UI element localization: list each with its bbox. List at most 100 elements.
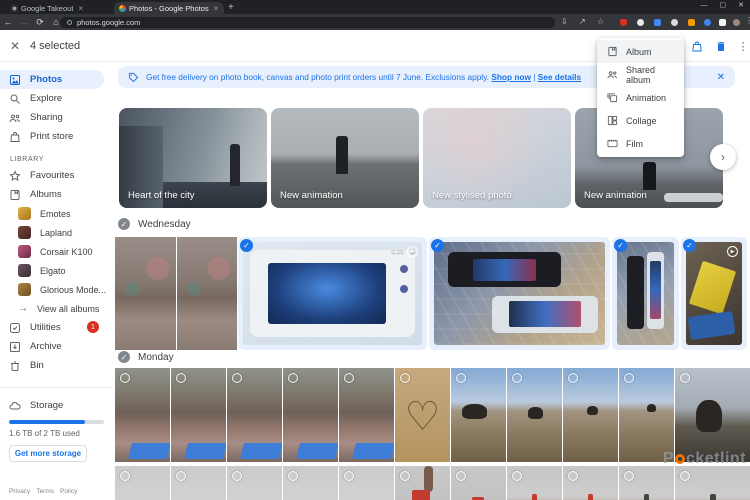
photo-thumbnail[interactable] bbox=[115, 466, 170, 500]
select-circle-icon[interactable] bbox=[680, 471, 690, 481]
select-circle-icon[interactable] bbox=[288, 471, 298, 481]
select-circle-icon[interactable] bbox=[120, 471, 130, 481]
selected-check-icon[interactable]: ✓ bbox=[683, 239, 696, 252]
photo-thumbnail[interactable] bbox=[171, 368, 226, 462]
delete-button[interactable] bbox=[712, 37, 730, 55]
photo-thumbnail[interactable] bbox=[283, 466, 338, 500]
day-select-check-icon[interactable]: ✓ bbox=[118, 218, 130, 230]
select-circle-icon[interactable] bbox=[456, 373, 466, 383]
get-more-storage-button[interactable]: Get more storage bbox=[9, 445, 87, 462]
extension-shield-icon[interactable] bbox=[620, 19, 627, 26]
photo-thumbnail[interactable] bbox=[339, 368, 394, 462]
photo-thumbnail[interactable] bbox=[115, 237, 176, 350]
select-circle-icon[interactable] bbox=[344, 471, 354, 481]
address-bar[interactable]: photos.google.com bbox=[60, 17, 555, 28]
creation-card-heart-of-the-city[interactable]: Heart of the city bbox=[119, 108, 267, 208]
maximize-icon[interactable]: ▢ bbox=[720, 0, 727, 12]
select-circle-icon[interactable] bbox=[680, 373, 690, 383]
select-circle-icon[interactable] bbox=[624, 373, 634, 383]
photo-thumbnail[interactable] bbox=[675, 368, 750, 462]
sidebar-item-archive[interactable]: Archive bbox=[0, 337, 113, 356]
terms-link[interactable]: Terms bbox=[36, 488, 54, 495]
sidebar-item-storage[interactable]: Storage bbox=[0, 396, 113, 415]
tab-close-icon[interactable]: × bbox=[214, 4, 219, 13]
shop-now-link[interactable]: Shop now bbox=[491, 72, 531, 82]
tab-close-icon[interactable]: × bbox=[78, 4, 83, 13]
photo-thumbnail[interactable] bbox=[675, 466, 750, 500]
select-circle-icon[interactable] bbox=[232, 373, 242, 383]
browser-tab-takeout[interactable]: Google Takeout × bbox=[6, 2, 112, 14]
menu-item-collage[interactable]: Collage bbox=[597, 109, 684, 132]
photo-thumbnail[interactable]: ♡ bbox=[395, 368, 450, 462]
profile-avatar[interactable] bbox=[733, 19, 740, 26]
menu-item-film[interactable]: Film bbox=[597, 132, 684, 155]
selected-video-thumbnail[interactable]: ▶ ✓ bbox=[681, 237, 747, 350]
new-tab-button[interactable]: + bbox=[228, 2, 234, 13]
policy-link[interactable]: Policy bbox=[60, 488, 77, 495]
forward-icon[interactable]: → bbox=[16, 17, 32, 27]
photo-thumbnail[interactable] bbox=[619, 466, 674, 500]
select-circle-icon[interactable] bbox=[512, 471, 522, 481]
selected-check-icon[interactable]: ✓ bbox=[431, 239, 444, 252]
select-circle-icon[interactable] bbox=[512, 373, 522, 383]
select-circle-icon[interactable] bbox=[232, 471, 242, 481]
more-options-icon[interactable]: ⋮ bbox=[734, 37, 750, 55]
photo-thumbnail[interactable] bbox=[563, 368, 618, 462]
photo-thumbnail[interactable] bbox=[339, 466, 394, 500]
see-details-link[interactable]: See details bbox=[538, 72, 581, 82]
sidebar-item-favourites[interactable]: Favourites bbox=[0, 166, 113, 185]
sidebar-item-albums[interactable]: Albums bbox=[0, 185, 113, 204]
selected-photo-thumbnail[interactable]: ✓ bbox=[612, 237, 679, 350]
photo-thumbnail[interactable] bbox=[563, 466, 618, 500]
select-circle-icon[interactable] bbox=[176, 471, 186, 481]
print-order-button[interactable] bbox=[688, 37, 706, 55]
save-to-device-icon[interactable]: ⇩ bbox=[561, 17, 568, 26]
extension-icon[interactable] bbox=[704, 19, 711, 26]
sidebar-item-utilities[interactable]: Utilities 1 bbox=[0, 318, 113, 337]
minimize-icon[interactable]: — bbox=[701, 0, 708, 12]
sidebar-album-elgato[interactable]: Elgato bbox=[0, 261, 113, 280]
clear-selection-icon[interactable]: ✕ bbox=[10, 39, 20, 53]
extension-icon[interactable] bbox=[637, 19, 644, 26]
sidebar-album-lapland[interactable]: Lapland bbox=[0, 223, 113, 242]
select-circle-icon[interactable] bbox=[400, 471, 410, 481]
photo-thumbnail[interactable] bbox=[451, 368, 506, 462]
extension-icon[interactable] bbox=[654, 19, 661, 26]
select-circle-icon[interactable] bbox=[624, 471, 634, 481]
menu-item-shared-album[interactable]: Shared album bbox=[597, 63, 684, 86]
bookmark-star-icon[interactable]: ☆ bbox=[597, 17, 604, 26]
sidebar-album-emotes[interactable]: Emotes bbox=[0, 204, 113, 223]
sidebar-item-print-store[interactable]: Print store bbox=[0, 127, 113, 146]
menu-item-album[interactable]: Album bbox=[597, 40, 684, 63]
select-circle-icon[interactable] bbox=[120, 373, 130, 383]
photo-thumbnail[interactable] bbox=[177, 237, 237, 350]
menu-item-animation[interactable]: Animation bbox=[597, 86, 684, 109]
creation-card-new-animation-1[interactable]: New animation bbox=[271, 108, 419, 208]
site-info-icon[interactable] bbox=[67, 20, 72, 25]
photo-thumbnail[interactable] bbox=[395, 466, 450, 500]
reload-icon[interactable]: ⟳ bbox=[32, 17, 48, 28]
carousel-next-button[interactable]: › bbox=[710, 144, 736, 170]
sidebar-view-all-albums[interactable]: → View all albums bbox=[0, 299, 113, 318]
photo-thumbnail[interactable] bbox=[507, 368, 562, 462]
back-icon[interactable]: ← bbox=[0, 17, 16, 27]
selected-check-icon[interactable]: ✓ bbox=[614, 239, 627, 252]
selected-check-icon[interactable]: ✓ bbox=[240, 239, 253, 252]
select-circle-icon[interactable] bbox=[568, 471, 578, 481]
photo-thumbnail[interactable] bbox=[115, 368, 170, 462]
photo-thumbnail[interactable] bbox=[619, 368, 674, 462]
sidebar-album-glorious[interactable]: Glorious Mode... bbox=[0, 280, 113, 299]
day-select-check-icon[interactable]: ✓ bbox=[118, 351, 130, 363]
photo-thumbnail[interactable] bbox=[227, 466, 282, 500]
sidebar-item-bin[interactable]: Bin bbox=[0, 356, 113, 375]
share-page-icon[interactable]: ↗ bbox=[579, 17, 586, 26]
window-close-icon[interactable]: ✕ bbox=[738, 0, 744, 12]
privacy-link[interactable]: Privacy bbox=[9, 488, 30, 495]
sidebar-item-photos[interactable]: Photos bbox=[0, 70, 104, 89]
photo-thumbnail[interactable] bbox=[507, 466, 562, 500]
creation-card-new-stylised-photo[interactable]: New stylised photo bbox=[423, 108, 571, 208]
select-circle-icon[interactable] bbox=[568, 373, 578, 383]
banner-close-icon[interactable]: ✕ bbox=[717, 72, 725, 83]
photo-thumbnail[interactable] bbox=[171, 466, 226, 500]
sidebar-item-explore[interactable]: Explore bbox=[0, 89, 113, 108]
